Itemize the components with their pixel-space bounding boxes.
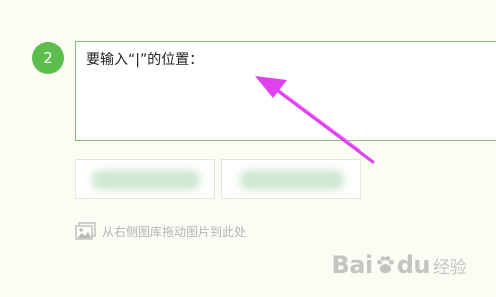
blurred-button-right[interactable] bbox=[221, 159, 361, 199]
editor-text: 要输入“|”的位置： bbox=[86, 52, 204, 68]
drop-hint-text: 从右侧图库拖动图片到此处 bbox=[102, 224, 247, 239]
blurred-content bbox=[240, 170, 344, 190]
image-icon bbox=[75, 222, 96, 240]
image-drop-hint: 从右侧图库拖动图片到此处 bbox=[75, 222, 246, 240]
baidu-jingyan-watermark: Bai du 经验 bbox=[331, 251, 467, 279]
blurred-button-left[interactable] bbox=[75, 159, 215, 199]
paw-icon bbox=[376, 256, 394, 274]
blurred-content bbox=[92, 170, 200, 190]
step-text-editor[interactable]: 要输入“|”的位置： bbox=[75, 41, 496, 141]
step-number-badge: 2 bbox=[32, 42, 64, 74]
